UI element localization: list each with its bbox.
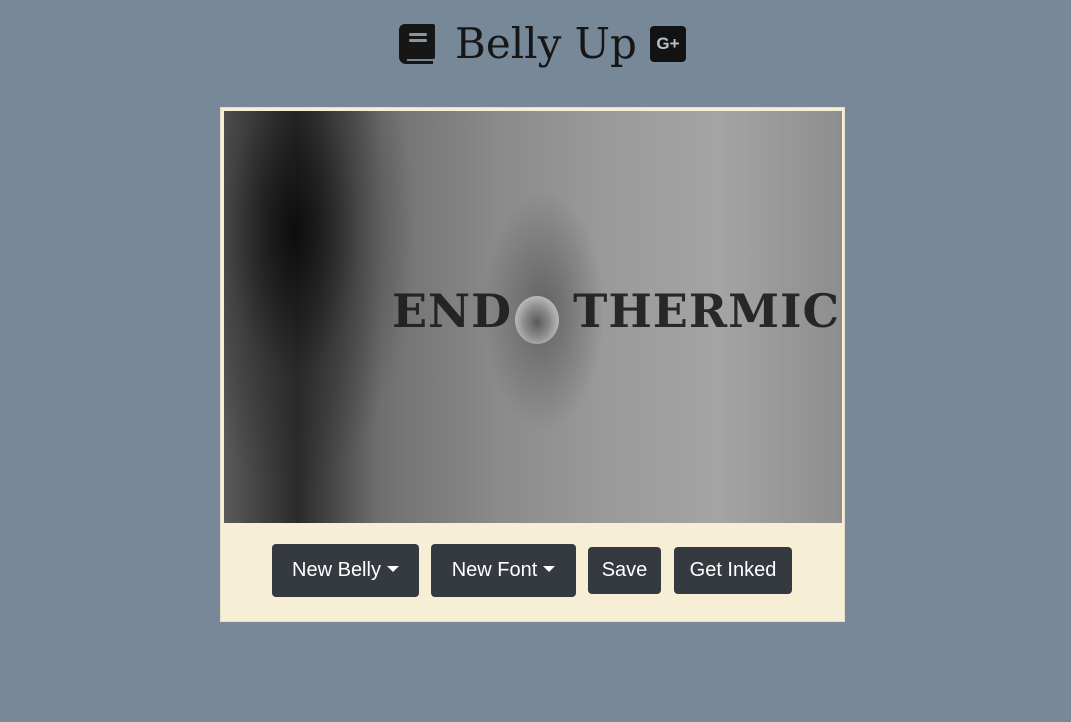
google-plus-icon[interactable]: G+	[650, 26, 686, 62]
get-inked-button[interactable]: Get Inked	[674, 547, 792, 594]
caret-down-icon	[543, 565, 556, 572]
caret-down-icon	[386, 565, 399, 572]
new-belly-dropdown-button[interactable]: New Belly	[272, 544, 419, 597]
new-font-dropdown-button[interactable]: New Font	[431, 544, 576, 597]
button-toolbar: New Belly New Font Save Get Inked	[221, 523, 844, 621]
save-button[interactable]: Save	[588, 547, 661, 594]
new-belly-label: New Belly	[292, 559, 381, 581]
new-font-label: New Font	[451, 559, 538, 581]
book-icon[interactable]	[399, 24, 435, 64]
belly-preview-image[interactable]: END THERMIC	[224, 111, 842, 523]
page-title: Belly Up	[455, 19, 637, 68]
belly-card: END THERMIC New Belly New Font Save Get …	[220, 107, 845, 622]
tattoo-text: END THERMIC	[392, 284, 841, 338]
header: Belly Up G+	[0, 0, 1071, 90]
